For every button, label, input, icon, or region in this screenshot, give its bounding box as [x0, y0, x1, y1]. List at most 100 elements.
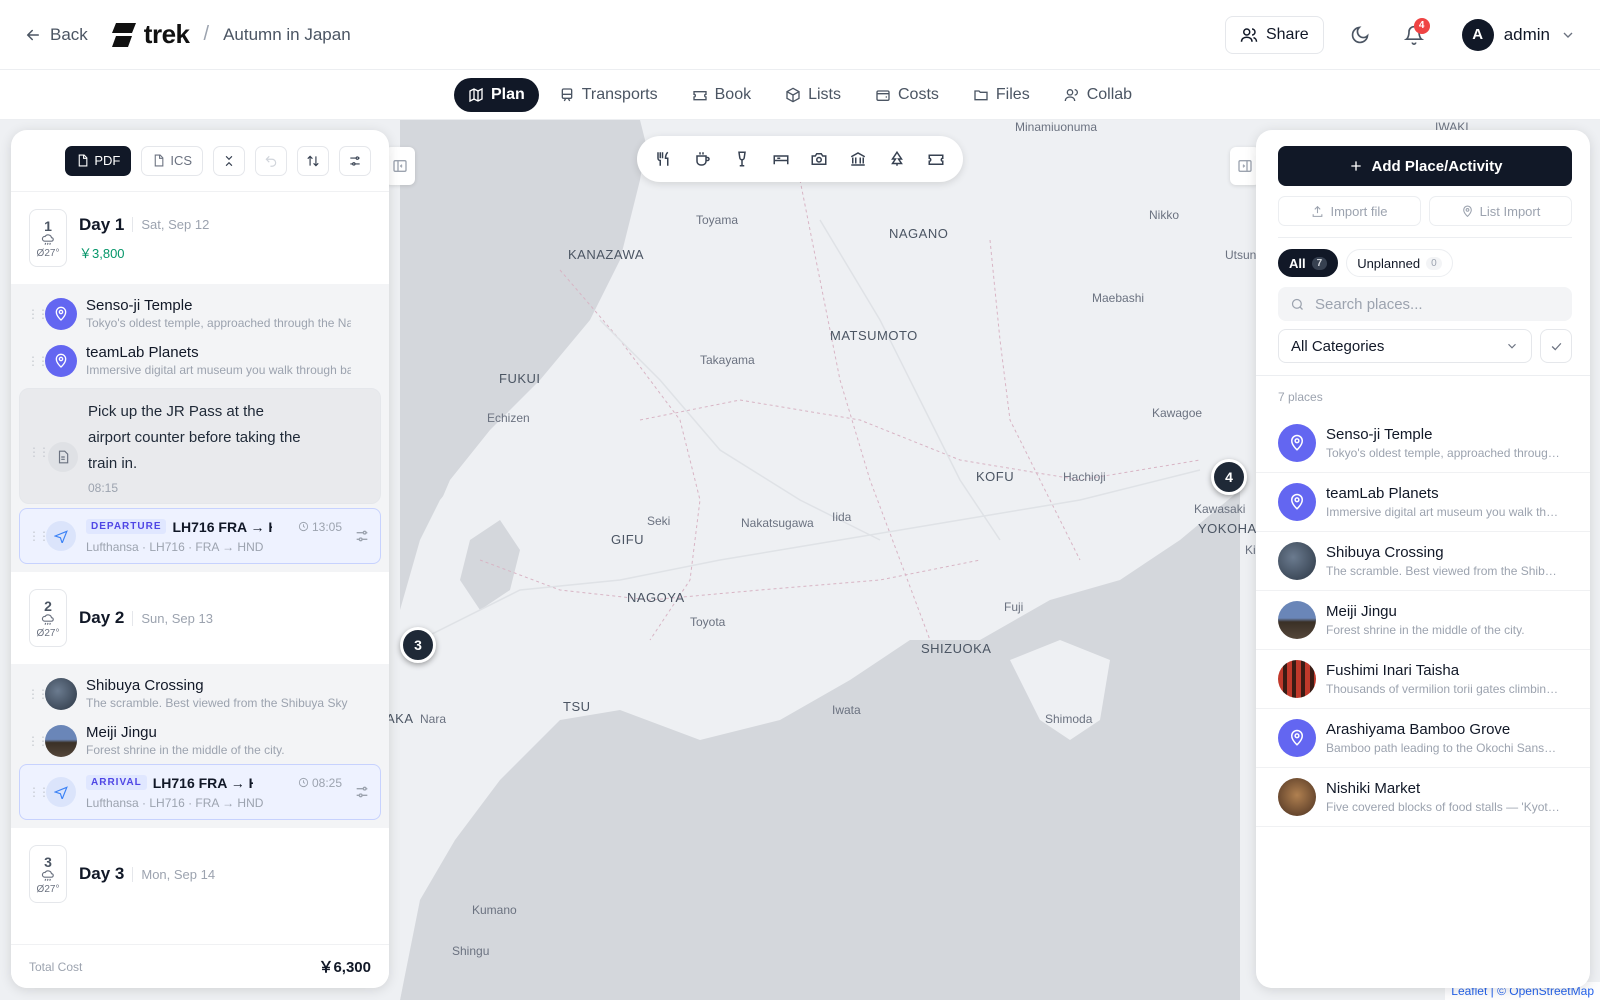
day-items: ⋮⋮ Senso-ji Temple Tokyo's oldest temple…: [11, 284, 389, 572]
route-icon[interactable]: [354, 528, 370, 544]
place-name: Fushimi Inari Taisha: [1326, 662, 1460, 679]
place-name: Meiji Jingu: [1326, 603, 1397, 620]
map-marker[interactable]: 4: [1211, 459, 1247, 495]
tab-plan[interactable]: Plan: [453, 77, 539, 112]
list-item[interactable]: teamLab Planets Immersive digital art mu…: [1256, 473, 1590, 532]
route-icon[interactable]: [354, 784, 370, 800]
drag-handle-icon[interactable]: ⋮⋮: [28, 529, 50, 543]
filter-unplanned-chip[interactable]: Unplanned 0: [1346, 249, 1453, 277]
list-item[interactable]: Shibuya Crossing The scramble. Best view…: [1256, 532, 1590, 591]
coffee-icon[interactable]: [694, 150, 712, 168]
transport-card[interactable]: ⋮⋮ DEPARTURE LH716 FRA → HND 13:05 Lufth…: [19, 508, 381, 564]
wine-icon[interactable]: [733, 150, 751, 168]
map-label-city: Seki: [647, 514, 671, 528]
transport-time-value: 08:25: [311, 775, 342, 790]
landmark-icon[interactable]: [849, 150, 867, 168]
tree-icon[interactable]: [888, 150, 906, 168]
tab-label: Plan: [490, 85, 525, 103]
map-label-city: Kawasaki: [1194, 502, 1246, 516]
map-label-city: NAGOYA: [627, 590, 685, 605]
day-items: ⋮⋮ Shibuya Crossing The scramble. Best v…: [11, 664, 389, 828]
drag-handle-icon[interactable]: ⋮⋮: [27, 354, 49, 368]
title-separator: /: [203, 23, 210, 45]
transport-card[interactable]: ⋮⋮ ARRIVAL LH716 FRA → HND 08:25 Lufthan…: [19, 764, 381, 820]
drag-handle-icon[interactable]: ⋮⋮: [27, 687, 49, 701]
map-pin-icon: [45, 344, 77, 377]
places-list: Senso-ji Temple Tokyo's oldest temple, a…: [1256, 414, 1590, 827]
bed-icon[interactable]: [772, 150, 790, 168]
marker-label: 3: [414, 637, 422, 653]
drag-handle-icon[interactable]: ⋮⋮: [27, 307, 49, 321]
list-item[interactable]: Fushimi Inari Taisha Thousands of vermil…: [1256, 650, 1590, 709]
undo-button[interactable]: [255, 145, 287, 176]
cloud-rain-icon: [41, 869, 54, 881]
search-input[interactable]: [1315, 295, 1555, 313]
marker-label: 4: [1225, 469, 1233, 485]
day-date: Sat, Sep 12: [132, 217, 209, 232]
list-item[interactable]: Nishiki Market Five covered blocks of fo…: [1256, 768, 1590, 827]
list-import-label: List Import: [1479, 203, 1541, 219]
day-header[interactable]: 1 Ø27° Day 1 Sat, Sep 12 ￥3,800: [11, 192, 389, 284]
list-item[interactable]: ⋮⋮ teamLab Planets Immersive digital art…: [19, 337, 381, 384]
map-pin-icon: [1278, 424, 1316, 462]
list-item[interactable]: Meiji Jingu Forest shrine in the middle …: [1256, 591, 1590, 650]
share-button[interactable]: Share: [1224, 15, 1324, 54]
list-item[interactable]: ⋮⋮ Shibuya Crossing The scramble. Best v…: [19, 670, 381, 717]
collapse-left-panel-button[interactable]: [385, 147, 415, 185]
drag-handle-icon[interactable]: ⋮⋮: [28, 785, 50, 799]
list-item[interactable]: ⋮⋮ Meiji Jingu Forest shrine in the midd…: [19, 717, 381, 764]
map-label-city: FUKUI: [499, 371, 541, 386]
tab-costs[interactable]: Costs: [861, 78, 953, 112]
filter-all-label: All: [1289, 255, 1306, 271]
map-label-city: Maebashi: [1092, 291, 1145, 305]
transport-time-value: 13:05: [311, 519, 342, 534]
drag-handle-icon[interactable]: ⋮⋮: [27, 734, 49, 748]
list-item[interactable]: ⋮⋮ Senso-ji Temple Tokyo's oldest temple…: [19, 290, 381, 337]
tab-collab[interactable]: Collab: [1050, 78, 1146, 112]
back-button[interactable]: Back: [24, 25, 88, 45]
list-import-button[interactable]: List Import: [1429, 196, 1572, 226]
filter-all-chip[interactable]: All 7: [1278, 249, 1339, 277]
import-file-button[interactable]: Import file: [1278, 196, 1421, 226]
list-item[interactable]: Arashiyama Bamboo Grove Bamboo path lead…: [1256, 709, 1590, 768]
select-all-button[interactable]: [1540, 329, 1572, 363]
tab-lists[interactable]: Lists: [771, 78, 855, 112]
arrows-up-down-icon: [307, 155, 319, 166]
sort-button[interactable]: [297, 145, 329, 176]
tab-book[interactable]: Book: [678, 78, 765, 112]
day-header[interactable]: 2 Ø27° Day 2 Sun, Sep 13: [11, 572, 389, 664]
pdf-label: PDF: [94, 153, 121, 168]
export-pdf-button[interactable]: PDF: [65, 145, 132, 176]
collapse-all-button[interactable]: [213, 145, 245, 176]
add-place-button[interactable]: Add Place/Activity: [1278, 146, 1572, 186]
user-menu[interactable]: A admin: [1461, 18, 1576, 51]
import-file-label: Import file: [1330, 203, 1388, 219]
list-item[interactable]: Senso-ji Temple Tokyo's oldest temple, a…: [1256, 414, 1590, 473]
route-options-button[interactable]: [339, 145, 371, 176]
avatar: A: [1461, 18, 1494, 51]
clock-icon: [298, 777, 309, 788]
camera-icon[interactable]: [810, 150, 828, 168]
place-description: Immersive digital art museum you walk th…: [86, 363, 351, 377]
ticket-icon[interactable]: [927, 150, 945, 168]
tab-files[interactable]: Files: [959, 78, 1044, 112]
export-ics-button[interactable]: ICS: [141, 145, 203, 176]
map-label-city: GIFU: [611, 532, 645, 547]
filter-unplanned-count: 0: [1426, 256, 1442, 270]
theme-toggle-button[interactable]: [1342, 17, 1378, 53]
cloud-rain-icon: [41, 233, 54, 245]
place-description: Bamboo path leading to the Okochi Sanso …: [1326, 741, 1562, 755]
place-photo: [1278, 778, 1316, 816]
transport-title: LH716 FRA → HND: [152, 774, 253, 791]
note-card[interactable]: ⋮⋮ Pick up the JR Pass at the airport co…: [19, 388, 381, 504]
notifications-button[interactable]: 4: [1396, 17, 1432, 53]
drag-handle-icon[interactable]: ⋮⋮: [28, 445, 50, 493]
place-name: Senso-ji Temple: [1326, 426, 1433, 443]
utensils-icon[interactable]: [655, 150, 673, 168]
trek-logo[interactable]: trek: [110, 19, 190, 50]
map-label-city: Iida: [832, 510, 852, 524]
day-header[interactable]: 3 Ø27° Day 3 Mon, Sep 14: [11, 828, 389, 920]
tab-transports[interactable]: Transports: [545, 78, 672, 112]
category-select[interactable]: All Categories: [1278, 329, 1532, 363]
map-marker[interactable]: 3: [400, 627, 436, 663]
